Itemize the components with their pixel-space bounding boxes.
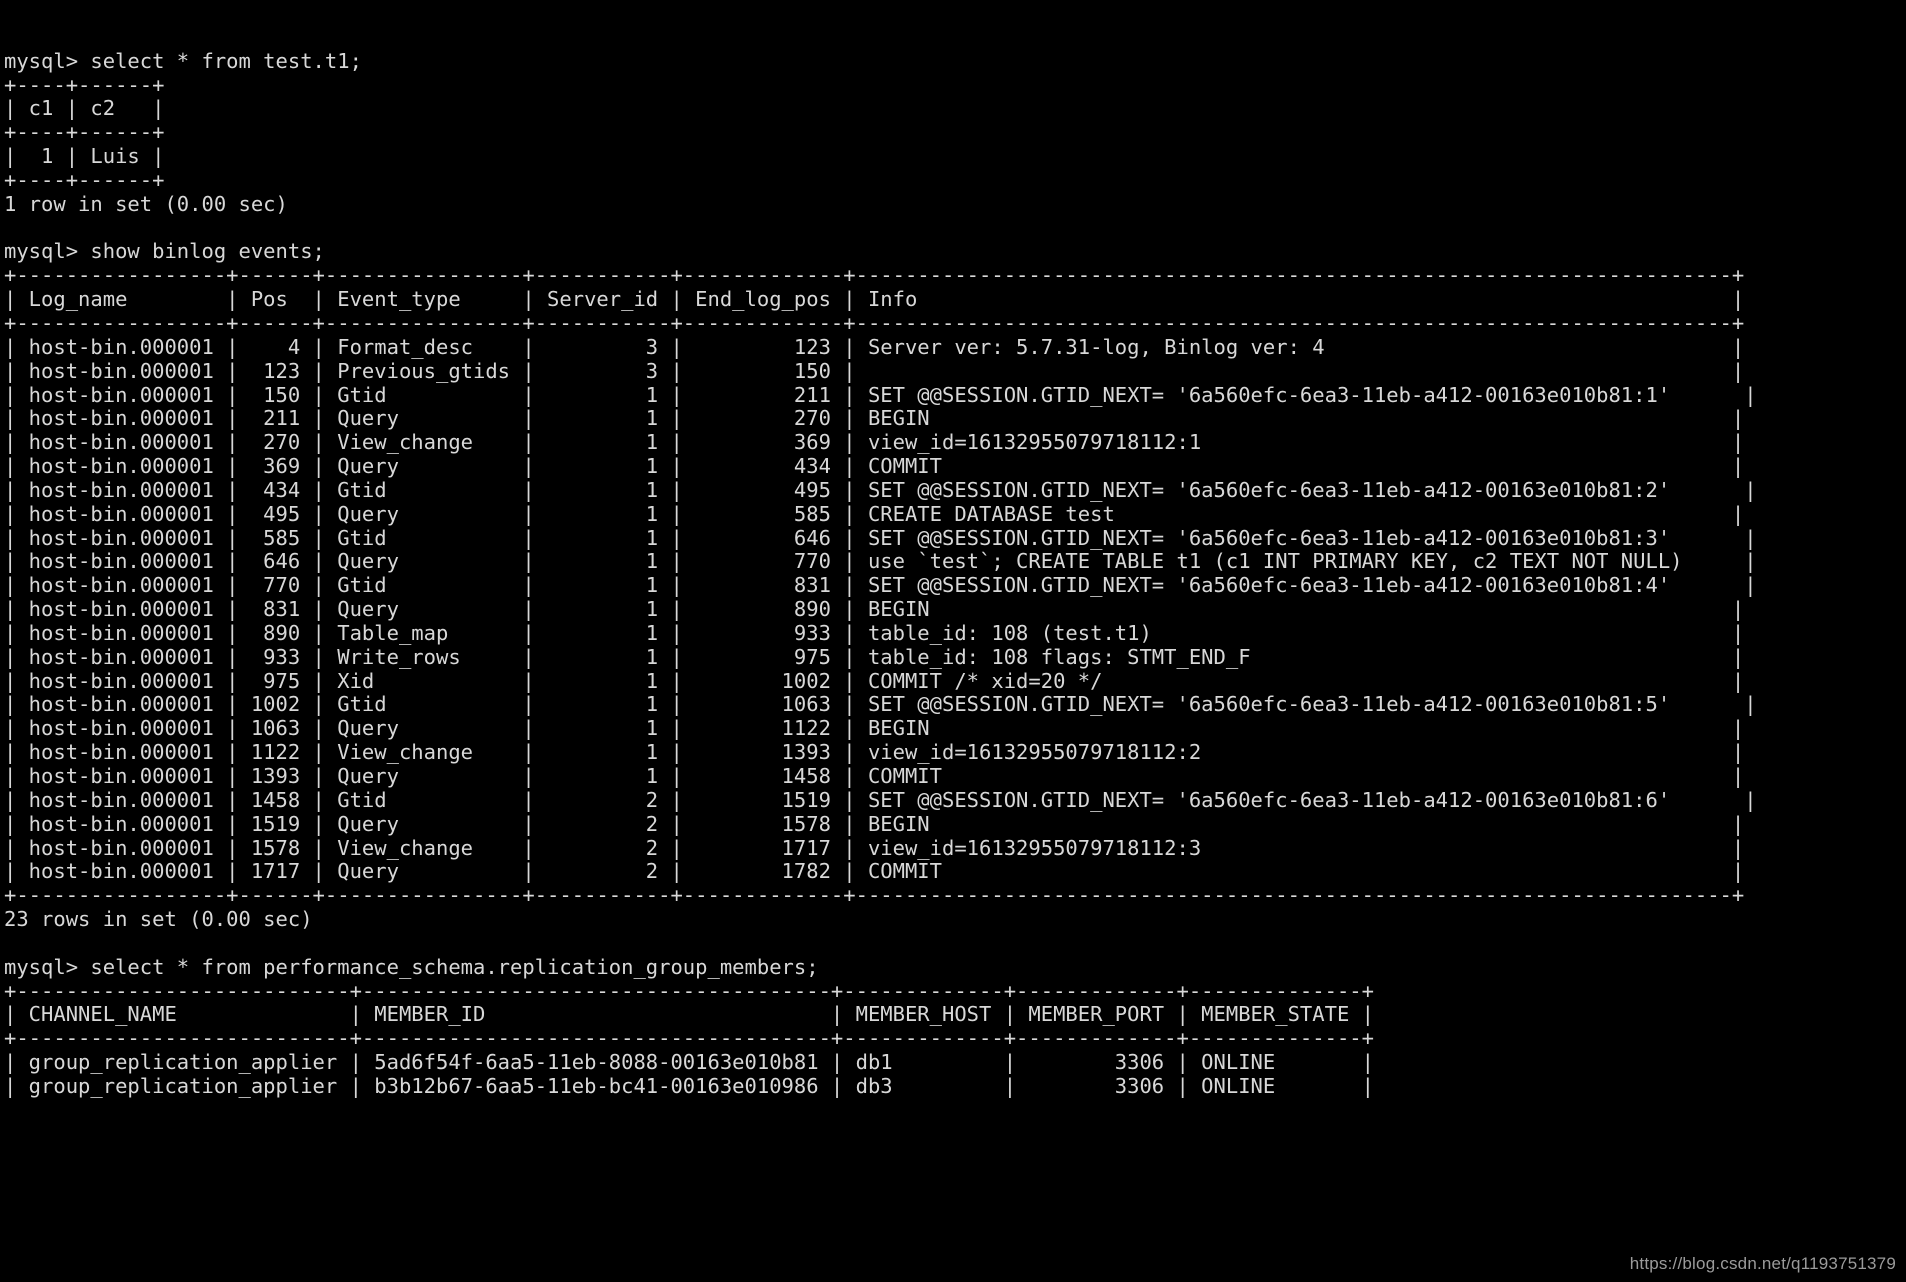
watermark-text: https://blog.csdn.net/q1193751379 (1629, 1254, 1896, 1274)
terminal-line: | Log_name | Pos | Event_type | Server_i… (4, 287, 1745, 312)
terminal-line: | host-bin.000001 | 1063 | Query | 1 | 1… (4, 716, 1745, 741)
terminal-line: | host-bin.000001 | 150 | Gtid | 1 | 211… (4, 382, 1757, 407)
terminal-line: | host-bin.000001 | 270 | View_change | … (4, 430, 1745, 455)
terminal-line: | group_replication_applier | 5ad6f54f-6… (4, 1050, 1374, 1075)
terminal-line: | host-bin.000001 | 831 | Query | 1 | 89… (4, 597, 1745, 622)
terminal-line: | host-bin.000001 | 1578 | View_change |… (4, 835, 1745, 860)
terminal-line: +----+------+ (4, 72, 165, 97)
terminal-line: +---------------------------+-----------… (4, 1026, 1374, 1051)
terminal-output: mysql> select * from test.t1; +----+-----… (4, 48, 1906, 1099)
terminal-line: | host-bin.000001 | 646 | Query | 1 | 77… (4, 549, 1757, 574)
terminal-line: | host-bin.000001 | 4 | Format_desc | 3 … (4, 334, 1745, 359)
terminal-line: +-----------------+------+--------------… (4, 310, 1745, 335)
terminal-line: +-----------------+------+--------------… (4, 883, 1745, 908)
terminal-line: | host-bin.000001 | 770 | Gtid | 1 | 831… (4, 573, 1757, 598)
terminal-line: | host-bin.000001 | 975 | Xid | 1 | 1002… (4, 668, 1745, 693)
terminal-line: +----+------+ (4, 167, 165, 192)
terminal-line: | host-bin.000001 | 1717 | Query | 2 | 1… (4, 859, 1745, 884)
terminal-line: | host-bin.000001 | 1002 | Gtid | 1 | 10… (4, 692, 1757, 717)
terminal-line: | host-bin.000001 | 933 | Write_rows | 1… (4, 644, 1745, 669)
terminal-line: | host-bin.000001 | 434 | Gtid | 1 | 495… (4, 477, 1757, 502)
terminal-line: mysql> show binlog events; (4, 239, 325, 264)
terminal-line: 23 rows in set (0.00 sec) (4, 907, 313, 932)
terminal-line: | host-bin.000001 | 1519 | Query | 2 | 1… (4, 811, 1745, 836)
terminal-line: +----+------+ (4, 120, 165, 145)
terminal-line: | host-bin.000001 | 1393 | Query | 1 | 1… (4, 764, 1745, 788)
terminal-line: | host-bin.000001 | 1122 | View_change |… (4, 740, 1745, 765)
terminal-line: | host-bin.000001 | 890 | Table_map | 1 … (4, 620, 1745, 645)
terminal-line: | host-bin.000001 | 369 | Query | 1 | 43… (4, 454, 1745, 479)
terminal-line: | 1 | Luis | (4, 144, 165, 169)
terminal-line: mysql> select * from test.t1; (4, 48, 362, 73)
terminal-window[interactable]: mysql> select * from test.t1; +----+-----… (0, 0, 1906, 1282)
terminal-line: 1 row in set (0.00 sec) (4, 191, 288, 216)
terminal-line: | host-bin.000001 | 123 | Previous_gtids… (4, 358, 1745, 383)
terminal-line: | host-bin.000001 | 211 | Query | 1 | 27… (4, 406, 1745, 431)
terminal-line: | c1 | c2 | (4, 96, 165, 121)
terminal-line: | CHANNEL_NAME | MEMBER_ID | MEMBER_HOST… (4, 1002, 1374, 1027)
terminal-line: mysql> select * from performance_schema.… (4, 954, 819, 979)
terminal-line: | group_replication_applier | b3b12b67-6… (4, 1073, 1374, 1098)
terminal-line: | host-bin.000001 | 495 | Query | 1 | 58… (4, 501, 1745, 526)
terminal-line: | host-bin.000001 | 585 | Gtid | 1 | 646… (4, 525, 1757, 550)
terminal-line: | host-bin.000001 | 1458 | Gtid | 2 | 15… (4, 787, 1757, 812)
terminal-line: +---------------------------+-----------… (4, 978, 1374, 1003)
terminal-line: +-----------------+------+--------------… (4, 263, 1745, 288)
